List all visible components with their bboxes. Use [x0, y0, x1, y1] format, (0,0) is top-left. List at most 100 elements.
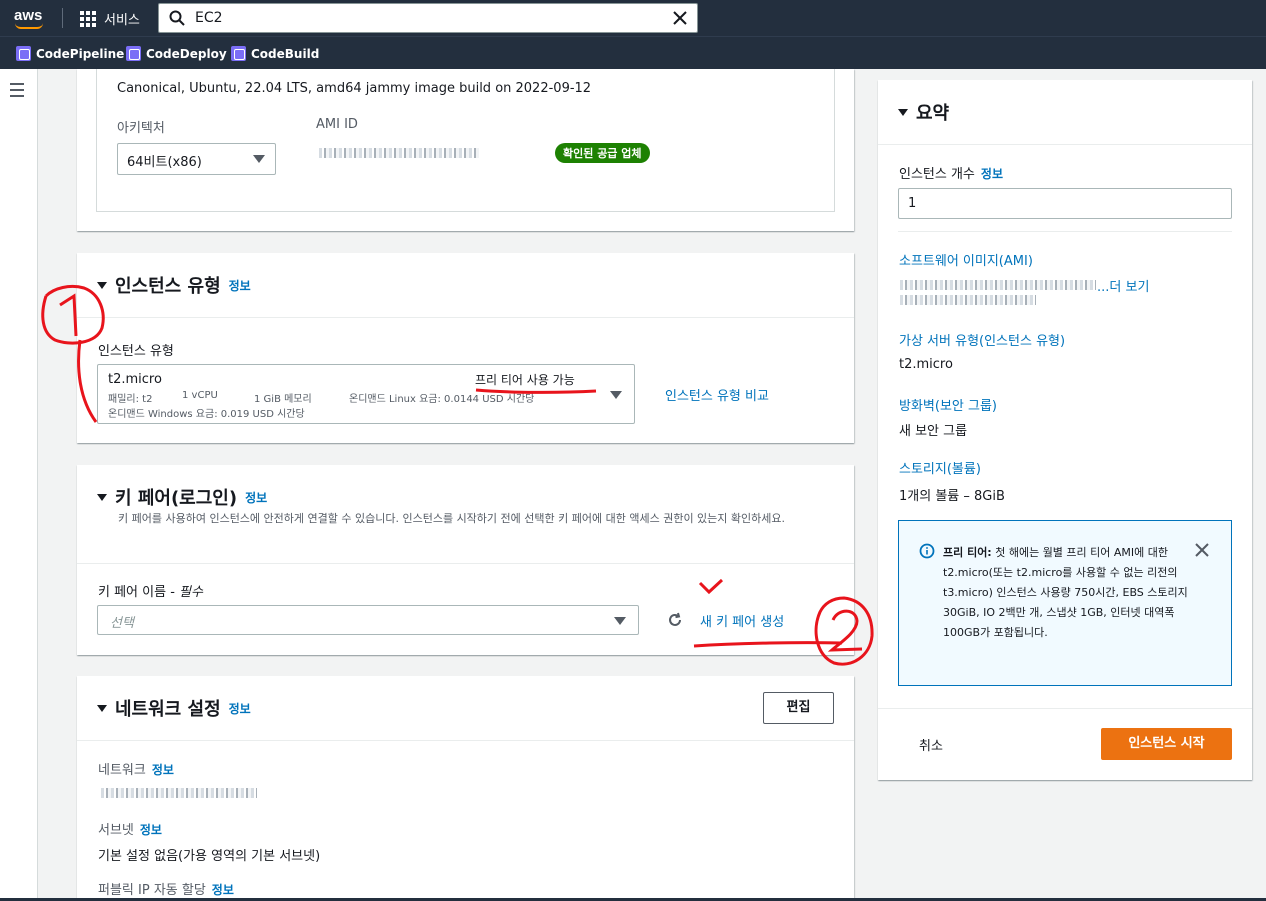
search-input[interactable]: EC2 — [158, 3, 698, 33]
summary-ami-value-redacted — [900, 295, 1036, 305]
services-menu[interactable]: 서비스 — [80, 9, 140, 28]
free-tier-info-alert: 프리 티어: 첫 해에는 월별 프리 티어 AMI에 대한 t2.micro(또… — [898, 520, 1232, 686]
divider — [62, 8, 63, 28]
favorite-label: CodePipeline — [36, 46, 125, 61]
compare-instance-types-link[interactable]: 인스턴스 유형 비교 — [665, 385, 769, 404]
subnet-label: 서브넷 — [98, 823, 134, 838]
search-value: EC2 — [195, 10, 223, 26]
info-link[interactable]: 정보 — [245, 489, 267, 506]
summary-storage-link[interactable]: 스토리지(볼륨) — [899, 458, 981, 477]
instance-memory: 1 GiB 메모리 — [254, 394, 312, 405]
public-ip-label: 퍼블릭 IP 자동 할당 — [98, 883, 206, 898]
instance-family: 패밀리: t2 — [108, 394, 153, 405]
network-header[interactable]: 네트워크 설정 정보 — [97, 695, 251, 721]
windows-price: 온디맨드 Windows 요금: 0.019 USD 시간당 — [108, 409, 305, 420]
divider — [878, 708, 1252, 709]
instance-type-label: 인스턴스 유형 — [98, 344, 174, 359]
search-icon — [169, 10, 185, 26]
ami-id-value-redacted — [319, 148, 479, 158]
network-value-redacted — [101, 788, 257, 798]
key-pair-header[interactable]: 키 페어(로그인) 정보 — [97, 484, 267, 510]
info-link[interactable]: 정보 — [152, 761, 174, 778]
network-title: 네트워크 설정 — [115, 699, 221, 720]
expand-triangle-icon — [97, 281, 107, 289]
summary-firewall-value: 새 보안 그룹 — [899, 424, 968, 439]
required-text: 필수 — [179, 585, 203, 600]
favorite-label: CodeBuild — [251, 46, 320, 61]
divider — [77, 563, 854, 564]
key-pair-placeholder: 선택 — [110, 616, 134, 631]
key-pair-name-label: 키 페어 이름 - 필수 — [98, 581, 203, 600]
edit-button[interactable]: 편집 — [763, 692, 834, 724]
instance-count-value: 1 — [908, 196, 917, 211]
codepipeline-icon — [16, 46, 31, 61]
key-pair-select[interactable]: 선택 — [97, 605, 639, 635]
subnet-field: 서브넷 정보 — [98, 819, 162, 838]
linux-price: 온디맨드 Linux 요금: 0.0144 USD 시간당 — [349, 394, 535, 405]
key-pair-name-text: 키 페어 이름 - — [98, 585, 180, 600]
close-icon[interactable] — [1195, 543, 1209, 557]
create-key-pair-link[interactable]: 새 키 페어 생성 — [700, 611, 784, 630]
aws-logo[interactable]: aws — [12, 6, 48, 30]
key-pair-description: 키 페어를 사용하여 인스턴스에 안전하게 연결할 수 있습니다. 인스턴스를 … — [118, 512, 786, 525]
favorite-codebuild[interactable]: CodeBuild — [231, 46, 319, 61]
instance-type-header[interactable]: 인스턴스 유형 정보 — [97, 272, 251, 298]
verified-provider-badge: 확인된 공급 업체 — [555, 143, 650, 163]
key-pair-panel: 키 페어(로그인) 정보 키 페어를 사용하여 인스턴스에 안전하게 연결할 수… — [77, 465, 854, 655]
instance-vcpu: 1 vCPU — [182, 390, 218, 401]
info-link[interactable]: 정보 — [229, 277, 251, 294]
info-link[interactable]: 정보 — [140, 821, 162, 838]
menu-icon[interactable] — [10, 83, 24, 101]
codebuild-icon — [231, 46, 246, 61]
architecture-label: 아키텍처 — [117, 121, 165, 136]
favorite-codedeploy[interactable]: CodeDeploy — [126, 46, 227, 61]
codedeploy-icon — [126, 46, 141, 61]
instance-type-value: t2.micro — [108, 372, 162, 387]
network-settings-panel: 네트워크 설정 정보 편집 네트워크 정보 서브넷 정보 기본 설정 없음(가용… — [77, 676, 854, 901]
subnet-value: 기본 설정 없음(가용 영역의 기본 서브넷) — [98, 849, 321, 864]
favorite-label: CodeDeploy — [146, 46, 227, 61]
refresh-icon[interactable] — [666, 611, 684, 629]
free-tier-title: 프리 티어: — [943, 546, 992, 559]
summary-storage-value: 1개의 볼륨 – 8GiB — [899, 489, 1005, 504]
expand-triangle-icon — [898, 108, 908, 116]
info-link[interactable]: 정보 — [229, 700, 251, 717]
caret-down-icon — [253, 155, 265, 163]
expand-triangle-icon — [97, 493, 107, 501]
free-tier-text: 첫 해에는 월별 프리 티어 AMI에 대한 t2.micro(또는 t2.mi… — [943, 546, 1188, 639]
network-field: 네트워크 정보 — [98, 759, 174, 778]
info-link[interactable]: 정보 — [212, 881, 234, 898]
annotation-stroke-one — [59, 293, 78, 337]
grid-icon — [80, 10, 96, 27]
summary-ami-link[interactable]: 소프트웨어 이미지(AMI) — [899, 250, 1033, 269]
architecture-select[interactable]: 64비트(x86) — [117, 143, 276, 175]
close-icon[interactable] — [671, 9, 689, 27]
divider — [77, 317, 854, 318]
instance-count-field: 인스턴스 개수 정보 — [899, 163, 1003, 182]
instance-type-title: 인스턴스 유형 — [115, 276, 221, 297]
summary-instance-type-value: t2.micro — [899, 357, 953, 372]
launch-instance-button[interactable]: 인스턴스 시작 — [1101, 728, 1232, 760]
ami-id-label: AMI ID — [316, 117, 358, 132]
instance-count-label: 인스턴스 개수 — [899, 167, 975, 182]
caret-down-icon — [614, 617, 626, 625]
aws-smile-icon — [15, 23, 43, 29]
ami-panel: Canonical, Ubuntu, 22.04 LTS, amd64 jamm… — [77, 69, 854, 231]
summary-header[interactable]: 요약 — [898, 99, 949, 125]
instance-type-select[interactable]: t2.micro 프리 티어 사용 가능 패밀리: t2 1 vCPU 1 Gi… — [97, 364, 635, 424]
services-label: 서비스 — [104, 13, 140, 28]
divider — [878, 144, 1252, 145]
instance-count-input[interactable]: 1 — [898, 188, 1232, 219]
favorite-codepipeline[interactable]: CodePipeline — [16, 46, 124, 61]
summary-firewall-link[interactable]: 방화벽(보안 그룹) — [899, 395, 997, 414]
network-label: 네트워크 — [98, 763, 146, 778]
architecture-value: 64비트(x86) — [127, 155, 202, 170]
summary-title: 요약 — [916, 103, 950, 124]
top-navigation: aws 서비스 EC2 — [0, 0, 1266, 36]
side-navigation-rail — [0, 69, 38, 901]
cancel-button[interactable]: 취소 — [919, 735, 943, 754]
summary-instance-type-link[interactable]: 가상 서버 유형(인스턴스 유형) — [899, 330, 1065, 349]
info-link[interactable]: 정보 — [981, 165, 1003, 182]
aws-logo-text: aws — [14, 7, 43, 24]
ami-see-more-link[interactable]: ...더 보기 — [1097, 276, 1149, 295]
